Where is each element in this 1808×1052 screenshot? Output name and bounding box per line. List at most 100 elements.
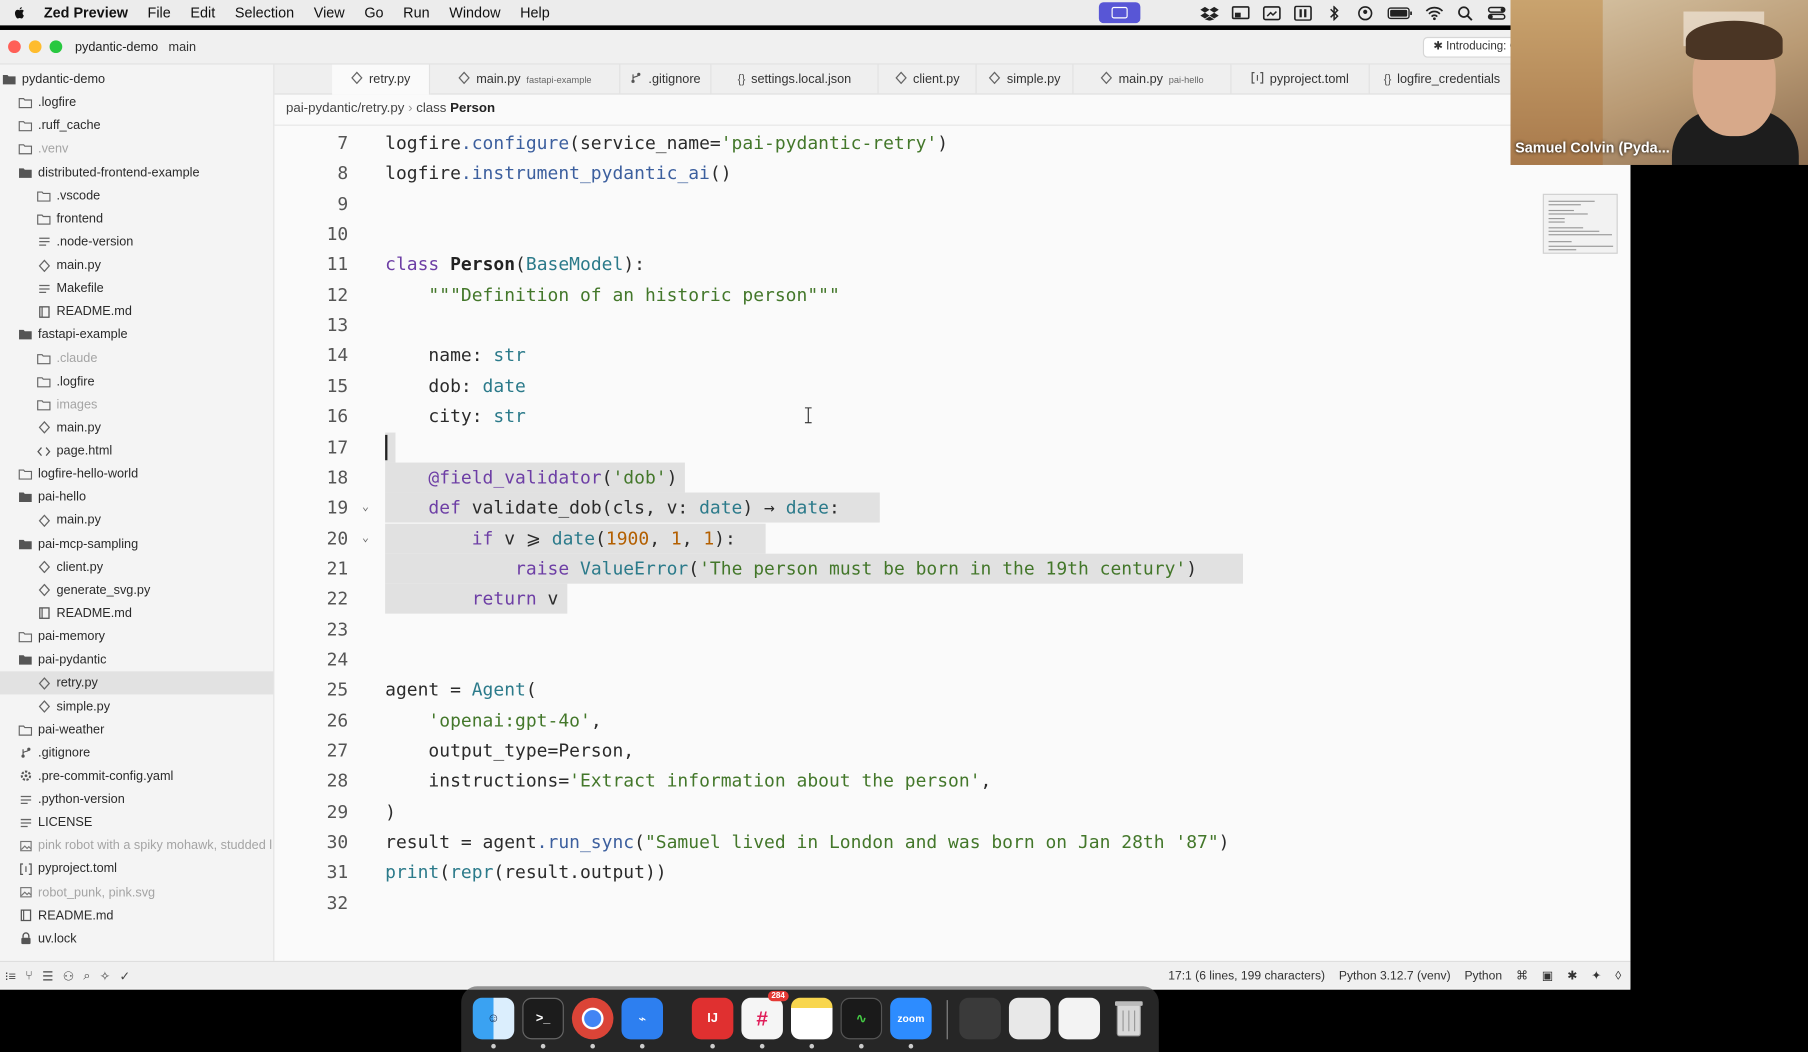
panel-toggle-icon[interactable]: ▣ [1542, 969, 1553, 983]
line-number[interactable]: 20 [274, 523, 349, 553]
ai-assistant-icon[interactable]: ✧ [100, 968, 111, 984]
project-tree-item[interactable]: uv.lock [0, 927, 273, 950]
fold-chevron-icon[interactable]: ⌄ [362, 493, 369, 523]
zoom-dock-icon[interactable]: zoom [890, 997, 932, 1040]
code-line[interactable]: def validate_dob(cls, v: date) → date: [385, 493, 839, 523]
breadcrumb-symbol[interactable]: Person [450, 102, 495, 116]
editor-tab[interactable]: main.py pai-hello [1073, 64, 1232, 95]
battery-icon[interactable] [1387, 5, 1412, 20]
dropbox-icon[interactable] [1200, 5, 1219, 21]
activity-monitor-dock-icon[interactable]: ∿ [840, 997, 883, 1040]
vim-mode-icon[interactable]: ⌘ [1516, 969, 1528, 983]
code-line[interactable]: return v [385, 584, 559, 614]
line-number[interactable]: 8 [274, 158, 348, 188]
project-tree-item[interactable]: README.md [0, 602, 273, 625]
project-tree-item[interactable]: .pre-commit-config.yaml [0, 765, 273, 788]
project-tree-item[interactable]: frontend [0, 207, 273, 230]
project-tree-item[interactable]: logfire-hello-world [0, 463, 273, 486]
line-number[interactable]: 19 [274, 493, 349, 523]
editor-tab[interactable]: {} logfire_credentials [1370, 64, 1516, 95]
code-line[interactable]: logfire.configure(service_name='pai-pyda… [385, 128, 948, 158]
diagnostics-ok-icon[interactable]: ✓ [120, 968, 131, 984]
line-number[interactable]: 13 [274, 310, 349, 340]
code-line[interactable]: instructions='Extract information about … [385, 766, 991, 796]
chrome-window-dock-icon[interactable] [1058, 997, 1101, 1040]
project-tree-item[interactable]: page.html [0, 440, 273, 463]
intellij-dock-icon[interactable]: IJ [691, 997, 734, 1040]
project-tree-item[interactable]: .python-version [0, 788, 273, 811]
line-number[interactable]: 31 [274, 858, 349, 888]
project-tree-item[interactable]: pink robot with a spiky mohawk, studded … [0, 834, 273, 857]
editor-tab[interactable]: {} settings.local.json [711, 64, 879, 95]
project-tree-item[interactable]: client.py [0, 556, 273, 579]
project-panel[interactable]: pydantic-demo .logfire .ruff_cache .venv dis… [0, 64, 275, 961]
line-number[interactable]: 24 [274, 645, 349, 675]
line-number[interactable]: 22 [274, 584, 349, 614]
code-line[interactable]: result = agent.run_sync("Samuel lived in… [385, 827, 1229, 857]
editor-tab[interactable]: simple.py [977, 64, 1074, 95]
project-tree-item[interactable]: .logfire [0, 91, 273, 114]
menu-file[interactable]: File [148, 5, 171, 21]
editor-tab[interactable]: client.py [879, 64, 977, 95]
code-line[interactable]: """Definition of an historic person""" [385, 280, 839, 310]
line-number[interactable]: 9 [274, 189, 348, 219]
project-tree-item[interactable]: distributed-frontend-example [0, 161, 273, 184]
menu-go[interactable]: Go [364, 5, 383, 21]
project-tree-item[interactable]: main.py [0, 254, 273, 277]
project-tree-item[interactable]: .vscode [0, 184, 273, 207]
project-tree-item[interactable]: .ruff_cache [0, 114, 273, 137]
breadcrumb-path[interactable]: pai-pydantic/retry.py [286, 102, 404, 116]
line-number[interactable]: 16 [274, 402, 349, 432]
project-tree-item[interactable]: pai-memory [0, 625, 273, 648]
menu-app-name[interactable]: Zed Preview [44, 5, 128, 21]
project-tree-item[interactable]: pyproject.toml [0, 858, 273, 881]
close-window-button[interactable] [8, 40, 21, 54]
project-tree-item[interactable]: .claude [0, 347, 273, 370]
project-tree-item[interactable]: pai-mcp-sampling [0, 532, 273, 555]
line-number[interactable]: 10 [274, 219, 349, 249]
project-tree-item[interactable]: .venv [0, 138, 273, 161]
project-panel-icon[interactable]: ⁝≡ [5, 968, 16, 984]
breadcrumb[interactable]: pai-pydantic/retry.py › class Person [286, 102, 495, 116]
outline-panel-icon[interactable]: ☰ [42, 968, 53, 984]
code-line[interactable]: @field_validator('dob') [385, 462, 677, 492]
wifi-icon[interactable] [1425, 5, 1444, 20]
line-number[interactable]: 18 [274, 462, 349, 492]
project-tree-item[interactable]: README.md [0, 904, 273, 927]
project-tree-item[interactable]: .logfire [0, 370, 273, 393]
menu-help[interactable]: Help [520, 5, 550, 21]
project-tree-item[interactable]: .gitignore [0, 741, 273, 764]
project-tree-item[interactable]: retry.py [0, 671, 274, 695]
python-env[interactable]: Python 3.12.7 (venv) [1339, 969, 1451, 983]
spotlight-search-icon[interactable] [1456, 5, 1474, 21]
project-tree-item[interactable]: simple.py [0, 695, 273, 718]
line-number[interactable]: 23 [274, 614, 349, 644]
menu-window[interactable]: Window [449, 5, 500, 21]
code-line[interactable]: dob: date [385, 371, 525, 401]
project-tree-item[interactable]: images [0, 393, 273, 416]
bluetooth-icon[interactable] [1325, 5, 1343, 21]
project-tree-item[interactable]: generate_svg.py [0, 579, 273, 602]
editor-tab[interactable]: retry.py [332, 64, 431, 95]
project-tree-item[interactable]: pydantic-demo [0, 68, 273, 91]
line-number[interactable]: 7 [274, 128, 348, 158]
project-name[interactable]: pydantic-demo [75, 40, 158, 54]
apple-menu-icon[interactable] [12, 5, 28, 21]
screen-share-icon[interactable] [1098, 2, 1141, 24]
terminal-dock-icon[interactable]: >_ [522, 997, 564, 1040]
project-tree-item[interactable]: main.py [0, 509, 273, 532]
notifications-bell-icon[interactable]: ◊ [1615, 969, 1621, 983]
project-tree-item[interactable]: LICENSE [0, 811, 273, 834]
code-line[interactable]: agent = Agent( [385, 675, 537, 705]
display-icon[interactable] [1231, 5, 1250, 20]
xcode-dock-icon[interactable]: ⌁ [621, 997, 664, 1040]
minimap[interactable] [1542, 193, 1618, 254]
git-branch[interactable]: main [169, 40, 196, 54]
line-number[interactable]: 32 [274, 888, 349, 918]
project-tree-item[interactable]: pai-hello [0, 486, 273, 509]
git-panel-icon[interactable]: ⑂ [25, 969, 33, 983]
editor-tab[interactable]: main.py fastapi-example [430, 64, 621, 95]
line-number[interactable]: 26 [274, 706, 349, 736]
code-line[interactable]: logfire.instrument_pydantic_ai() [385, 158, 731, 188]
menu-edit[interactable]: Edit [190, 5, 215, 21]
